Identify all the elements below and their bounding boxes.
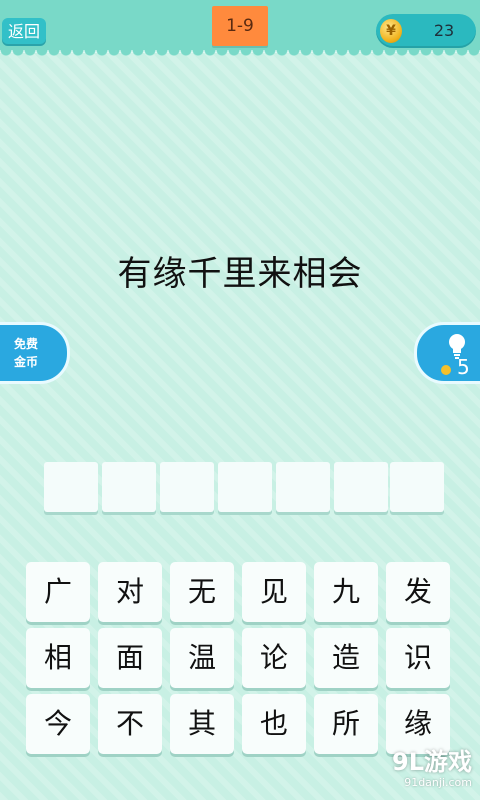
free-coins-label-line1: 免费 [14, 337, 39, 351]
char-key[interactable]: 所 [314, 694, 378, 754]
char-key[interactable]: 其 [170, 694, 234, 754]
char-key[interactable]: 也 [242, 694, 306, 754]
answer-slot[interactable] [102, 462, 156, 512]
char-key[interactable]: 无 [170, 562, 234, 622]
character-keyboard: 广 对 无 见 九 发 相 面 温 论 造 识 今 不 其 也 所 缘 [26, 562, 456, 762]
top-bar: 返回 1-9 ¥ 23 [0, 0, 480, 60]
char-key[interactable]: 温 [170, 628, 234, 688]
char-key[interactable]: 面 [98, 628, 162, 688]
coin-dot-icon [441, 365, 451, 375]
char-key[interactable]: 不 [98, 694, 162, 754]
coin-icon: ¥ [380, 19, 402, 43]
hint-button[interactable]: 5 [414, 322, 480, 384]
answer-slot[interactable] [218, 462, 272, 512]
hint-count: 5 [457, 355, 470, 379]
char-key[interactable]: 缘 [386, 694, 450, 754]
coin-counter[interactable]: ¥ 23 [376, 14, 476, 48]
answer-slots [44, 462, 444, 514]
char-key[interactable]: 相 [26, 628, 90, 688]
answer-slot[interactable] [276, 462, 330, 512]
answer-slot[interactable] [334, 462, 388, 512]
idiom-text: 有缘千里来相会 [117, 254, 363, 294]
answer-slot[interactable] [390, 462, 444, 512]
char-key[interactable]: 对 [98, 562, 162, 622]
back-button[interactable]: 返回 [2, 18, 46, 46]
answer-slot[interactable] [160, 462, 214, 512]
free-coins-label-line2: 金币 [14, 355, 39, 369]
char-key[interactable]: 论 [242, 628, 306, 688]
char-key[interactable]: 今 [26, 694, 90, 754]
char-key[interactable]: 九 [314, 562, 378, 622]
char-key[interactable]: 造 [314, 628, 378, 688]
level-badge: 1-9 [212, 6, 268, 46]
answer-slot[interactable] [44, 462, 98, 512]
watermark-url: 91danji.com [404, 776, 472, 789]
char-key[interactable]: 识 [386, 628, 450, 688]
free-coins-button[interactable]: 免费 金币 [0, 322, 70, 384]
char-key[interactable]: 见 [242, 562, 306, 622]
coin-count: 23 [433, 21, 455, 40]
site-watermark: 9L游戏 91danji.com [392, 748, 472, 790]
watermark-logo-text: 9L游戏 [392, 748, 472, 776]
char-key[interactable]: 广 [26, 562, 90, 622]
char-key[interactable]: 发 [386, 562, 450, 622]
